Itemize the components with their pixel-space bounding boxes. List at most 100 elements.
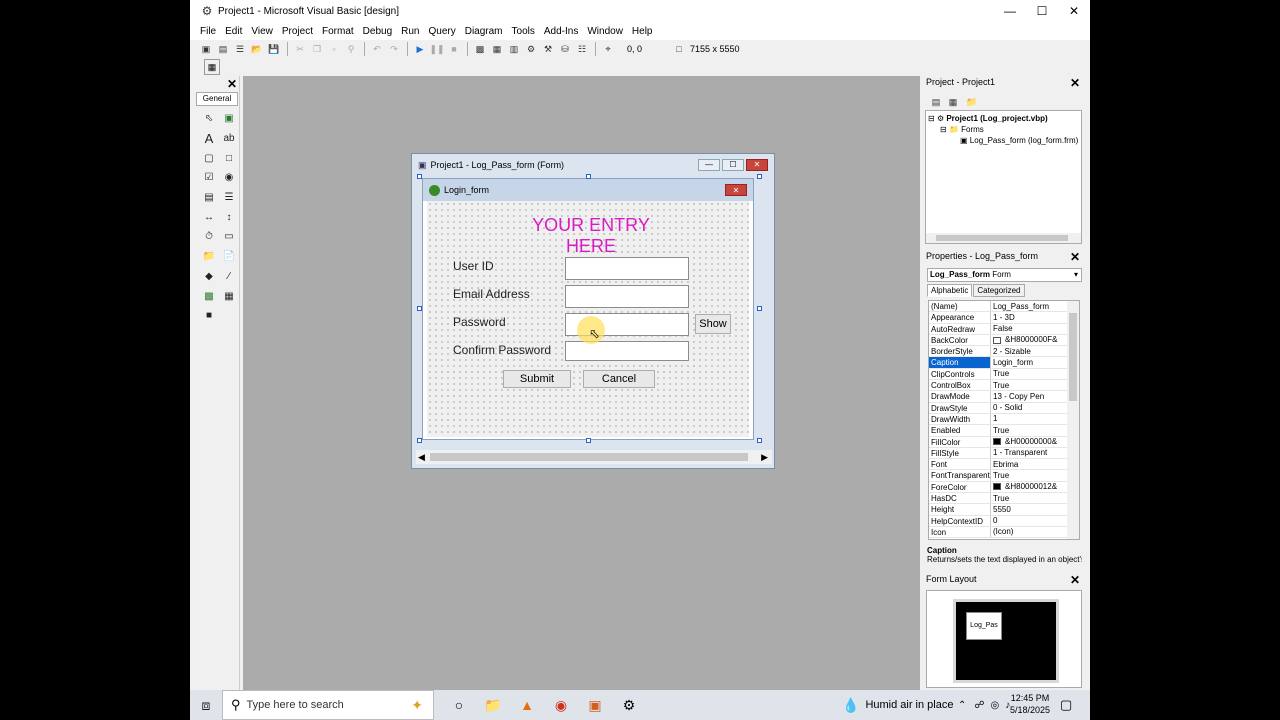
menu-edit[interactable]: Edit (225, 26, 242, 37)
toggle-folders-icon[interactable]: 📁 (964, 94, 980, 110)
ole-tool-icon[interactable]: ■ (199, 306, 219, 326)
notification-icon[interactable]: ▢ (1060, 697, 1072, 713)
property-row[interactable]: HelpContextID 0 (929, 515, 1079, 527)
property-row[interactable]: Enabled True (929, 425, 1079, 437)
form-window-maximize[interactable]: ☐ (722, 159, 744, 171)
project-panel-close-icon[interactable]: ✕ (1070, 76, 1080, 90)
property-value[interactable]: Log_Pass_form (991, 301, 1067, 311)
property-row[interactable]: FillStyle 1 - Transparent (929, 447, 1079, 460)
drivelistbox-tool-icon[interactable]: ▭ (219, 227, 239, 247)
property-row[interactable]: ForeColor &H80000012& (929, 481, 1079, 494)
property-value[interactable]: True (991, 470, 1067, 480)
property-value[interactable]: 13 - Copy Pen (991, 391, 1067, 401)
property-value[interactable]: True (991, 493, 1067, 503)
line-tool-icon[interactable]: ∕ (219, 267, 239, 287)
form-position-preview[interactable]: Log_Pas (966, 612, 1002, 640)
listbox-tool-icon[interactable]: ☰ (219, 188, 239, 208)
end-icon[interactable]: ■ (446, 41, 462, 57)
properties-panel-close-icon[interactable]: ✕ (1070, 250, 1080, 264)
commandbutton-tool-icon[interactable]: □ (219, 148, 239, 168)
submit-button[interactable]: Submit (503, 370, 571, 388)
property-row[interactable]: HasDC True (929, 493, 1079, 505)
email-label[interactable]: Email Address (453, 287, 530, 301)
resize-handle[interactable] (586, 438, 591, 443)
add-form-icon[interactable]: ▤ (215, 41, 231, 57)
menu-add-ins[interactable]: Add-Ins (544, 26, 578, 37)
property-value[interactable]: &H8000000F& (991, 335, 1067, 345)
minimize-button[interactable]: — (994, 0, 1026, 22)
menu-project[interactable]: Project (282, 26, 313, 37)
chevron-down-icon[interactable]: ▾ (1074, 269, 1078, 281)
collapse-icon[interactable]: ⊟ (928, 114, 935, 123)
find-icon[interactable]: ⚲ (343, 41, 359, 57)
confirm-password-label[interactable]: Confirm Password (453, 343, 551, 357)
network-icon[interactable]: ☍ (974, 700, 984, 711)
project-hscrollbar[interactable] (926, 233, 1081, 243)
property-row[interactable]: Icon (Icon) (929, 526, 1079, 539)
confirm-password-textbox[interactable] (565, 341, 689, 361)
resize-handle[interactable] (757, 174, 762, 179)
password-label[interactable]: Password (453, 315, 506, 329)
scroll-left-icon[interactable]: ◀ (418, 450, 425, 464)
start-icon[interactable]: ▶ (412, 41, 428, 57)
property-row[interactable]: ControlBox True (929, 380, 1079, 392)
data-tool-icon[interactable]: ▦ (219, 286, 239, 306)
property-value[interactable]: &H00000000& (991, 437, 1067, 447)
property-row[interactable]: BackColor &H8000000F& (929, 334, 1079, 347)
resize-handle[interactable] (586, 174, 591, 179)
scroll-thumb[interactable] (430, 453, 748, 461)
collapse-icon[interactable]: ⊟ (940, 125, 947, 134)
add-project-icon[interactable]: ▣ (198, 41, 214, 57)
property-value[interactable]: Login_form (991, 357, 1067, 367)
toolbox-icon[interactable]: ⚒ (540, 41, 556, 57)
wifi-icon[interactable]: ◎ (991, 700, 1000, 711)
property-row[interactable]: AutoRedraw False (929, 323, 1079, 335)
combobox-tool-icon[interactable]: ▤ (199, 188, 219, 208)
view-object-icon[interactable]: ▦ (945, 94, 961, 110)
property-value[interactable]: &H80000012& (991, 482, 1067, 492)
cut-icon[interactable]: ✂ (292, 41, 308, 57)
taskbar-clock[interactable]: 12:45 PM 5/18/2025 (1010, 692, 1050, 716)
menu-query[interactable]: Query (428, 26, 455, 37)
property-value[interactable]: 2 - Sizable (991, 346, 1067, 356)
property-row[interactable]: ClipControls True (929, 368, 1079, 381)
tab-categorized[interactable]: Categorized (973, 284, 1025, 297)
email-textbox[interactable] (565, 285, 689, 308)
menu-tools[interactable]: Tools (512, 26, 535, 37)
shape-tool-icon[interactable]: ◆ (199, 267, 219, 287)
tree-form-item[interactable]: ▣ Log_Pass_form (log_form.frm) (960, 136, 1078, 145)
optionbutton-tool-icon[interactable]: ◉ (219, 168, 239, 188)
property-value[interactable]: 0 - Solid (991, 403, 1067, 413)
picturebox-tool-icon[interactable]: ▣ (219, 109, 239, 129)
property-value[interactable]: 1 - Transparent (991, 448, 1067, 458)
resize-handle[interactable] (417, 306, 422, 311)
property-value[interactable]: True (991, 425, 1067, 435)
menu-editor-icon[interactable]: ☰ (232, 41, 248, 57)
weather-widget[interactable]: 💧 Humid air in place (842, 690, 953, 720)
powerpoint-icon[interactable]: ▣ (578, 690, 612, 720)
property-row[interactable]: BorderStyle 2 - Sizable (929, 346, 1079, 358)
property-row[interactable]: Height 5550 (929, 504, 1079, 516)
menu-file[interactable]: File (200, 26, 216, 37)
pointer-tool-icon[interactable]: ⬁ (199, 109, 219, 129)
properties-window-icon[interactable]: ▦ (489, 41, 505, 57)
menu-view[interactable]: View (251, 26, 273, 37)
cancel-button[interactable]: Cancel (583, 370, 655, 388)
form-layout-close-icon[interactable]: ✕ (1070, 573, 1080, 587)
tree-root[interactable]: ⊟ ⚙ Project1 (Log_project.vbp) (928, 114, 1048, 123)
project-explorer-icon[interactable]: ▩ (472, 41, 488, 57)
property-row[interactable]: FontTransparent True (929, 470, 1079, 482)
chrome-icon[interactable]: ◉ (544, 690, 578, 720)
chevron-up-icon[interactable]: ⌃ (958, 700, 966, 711)
redo-icon[interactable]: ↷ (386, 41, 402, 57)
image-tool-icon[interactable]: ▩ (199, 286, 219, 306)
form-window-hscrollbar[interactable]: ◀ ▶ (416, 450, 772, 464)
property-value[interactable]: (Icon) (991, 527, 1067, 537)
resize-handle[interactable] (757, 438, 762, 443)
property-value[interactable]: Ebrima (991, 459, 1067, 469)
login-form[interactable]: Login_form ✕ YOUR ENTRY HERE User ID Ema… (422, 178, 754, 440)
tab-alphabetic[interactable]: Alphabetic (927, 284, 973, 297)
menu-debug[interactable]: Debug (363, 26, 392, 37)
form-layout-icon[interactable]: ▥ (506, 41, 522, 57)
toolbox-close-icon[interactable]: ✕ (227, 77, 237, 91)
